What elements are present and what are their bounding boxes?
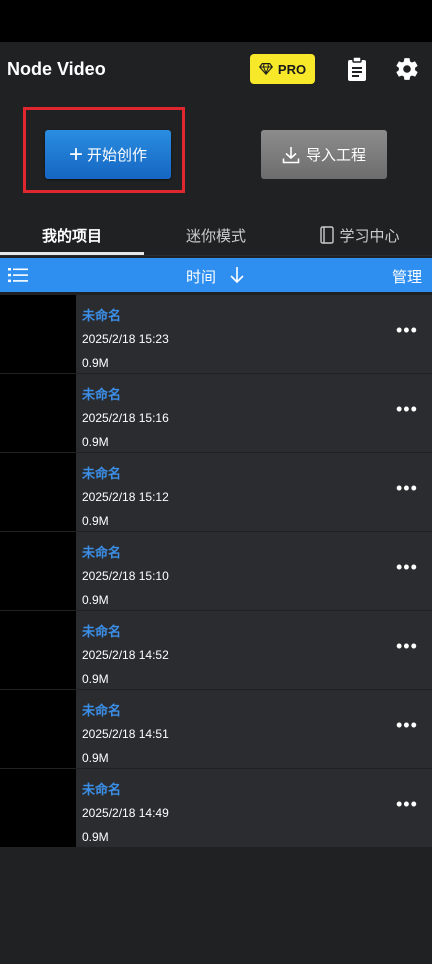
create-label: 开始创作 [87, 147, 148, 164]
clipboard-icon[interactable] [345, 56, 369, 82]
project-date: 2025/2/18 15:12 [82, 490, 169, 504]
more-options-icon[interactable]: ••• [396, 400, 418, 418]
project-thumbnail[interactable] [0, 690, 76, 768]
import-project-button[interactable]: 导入工程 [261, 130, 387, 179]
project-thumbnail[interactable] [0, 295, 76, 373]
project-thumbnail[interactable] [0, 532, 76, 610]
more-options-icon[interactable]: ••• [396, 795, 418, 813]
tab-label: 迷你模式 [185, 227, 246, 245]
project-name: 未命名 [82, 703, 122, 718]
divider [0, 255, 432, 256]
project-thumbnail[interactable] [0, 453, 76, 531]
project-item[interactable]: 未命名 2025/2/18 15:10 0.9M ••• [0, 532, 432, 610]
project-item[interactable]: 未命名 2025/2/18 14:51 0.9M ••• [0, 690, 432, 768]
sort-bar: 时间 管理 [0, 258, 432, 292]
project-size: 0.9M [82, 672, 109, 686]
pro-label: PRO [277, 61, 307, 77]
sort-by-time-button[interactable]: 时间 [186, 266, 216, 287]
top-app-bar: Node Video PRO [0, 42, 432, 98]
project-size: 0.9M [82, 356, 109, 370]
project-name: 未命名 [82, 308, 122, 323]
project-item[interactable]: 未命名 2025/2/18 15:12 0.9M ••• [0, 453, 432, 531]
gear-icon[interactable] [394, 56, 420, 82]
project-date: 2025/2/18 14:49 [82, 806, 169, 820]
project-size: 0.9M [82, 830, 109, 844]
project-size: 0.9M [82, 751, 109, 765]
diamond-icon [258, 63, 273, 75]
project-item[interactable]: 未命名 2025/2/18 14:49 0.9M ••• [0, 769, 432, 847]
status-bar [0, 0, 432, 42]
project-size: 0.9M [82, 593, 109, 607]
more-options-icon[interactable]: ••• [396, 716, 418, 734]
more-options-icon[interactable]: ••• [396, 479, 418, 497]
project-item[interactable]: 未命名 2025/2/18 14:52 0.9M ••• [0, 611, 432, 689]
project-date: 2025/2/18 14:51 [82, 727, 169, 741]
pro-button[interactable]: PRO [250, 54, 315, 84]
project-thumbnail[interactable] [0, 374, 76, 452]
project-date: 2025/2/18 15:10 [82, 569, 169, 583]
project-name: 未命名 [82, 466, 122, 481]
more-options-icon[interactable]: ••• [396, 558, 418, 576]
tab-bar: 我的项目 迷你模式 学习中心 [0, 215, 432, 255]
arrow-down-icon[interactable] [229, 266, 245, 284]
project-name: 未命名 [82, 387, 122, 402]
project-thumbnail[interactable] [0, 611, 76, 689]
tab-my-projects[interactable]: 我的项目 [0, 215, 144, 255]
project-date: 2025/2/18 15:23 [82, 332, 169, 346]
book-icon [320, 226, 335, 244]
start-creating-button[interactable]: + 开始创作 [45, 130, 171, 179]
project-size: 0.9M [82, 514, 109, 528]
project-date: 2025/2/18 15:16 [82, 411, 169, 425]
tab-mini-mode[interactable]: 迷你模式 [144, 215, 288, 255]
more-options-icon[interactable]: ••• [396, 637, 418, 655]
tab-label: 我的项目 [41, 227, 102, 245]
tab-label: 学习中心 [339, 227, 400, 245]
project-size: 0.9M [82, 435, 109, 449]
plus-icon: + [68, 140, 83, 168]
import-label: 导入工程 [305, 147, 366, 164]
project-thumbnail[interactable] [0, 769, 76, 847]
project-name: 未命名 [82, 782, 122, 797]
project-name: 未命名 [82, 545, 122, 560]
project-name: 未命名 [82, 624, 122, 639]
app-title: Node Video [7, 59, 106, 79]
project-item[interactable]: 未命名 2025/2/18 15:16 0.9M ••• [0, 374, 432, 452]
more-options-icon[interactable]: ••• [396, 321, 418, 339]
manage-button[interactable]: 管理 [392, 266, 422, 287]
project-date: 2025/2/18 14:52 [82, 648, 169, 662]
list-view-icon[interactable] [8, 267, 28, 283]
tab-learning-center[interactable]: 学习中心 [288, 215, 432, 255]
download-icon [282, 146, 300, 163]
project-item[interactable]: 未命名 2025/2/18 15:23 0.9M ••• [0, 295, 432, 373]
